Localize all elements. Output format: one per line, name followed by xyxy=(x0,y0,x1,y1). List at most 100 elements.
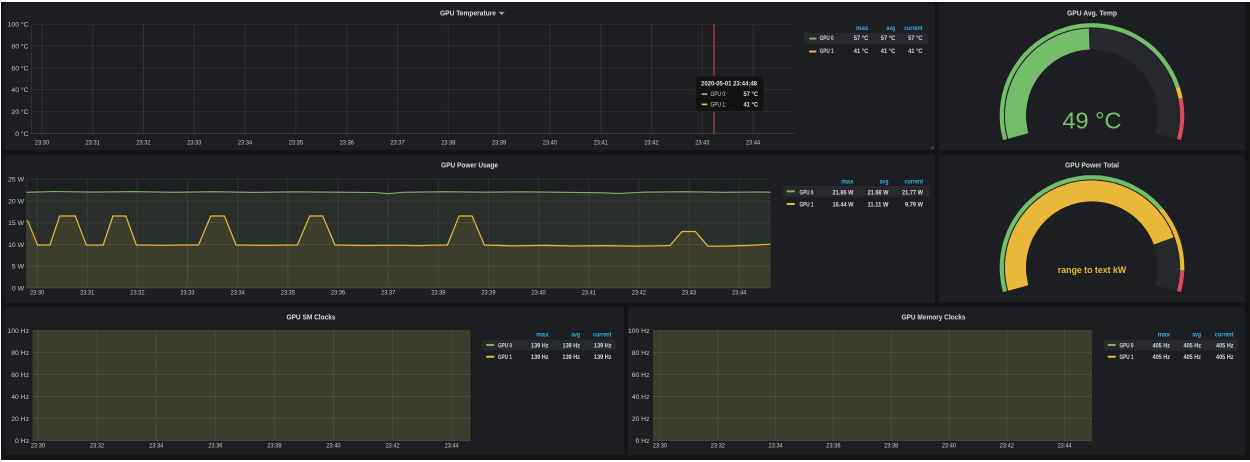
svg-text:23:37: 23:37 xyxy=(390,140,404,147)
svg-text:23:35: 23:35 xyxy=(280,289,294,296)
svg-text:GPU SM Clocks: GPU SM Clocks xyxy=(286,312,335,321)
svg-text:41 °C: 41 °C xyxy=(880,47,895,55)
svg-text:57 °C: 57 °C xyxy=(853,34,868,42)
svg-text:0 °C: 0 °C xyxy=(15,130,28,138)
svg-text:23:34: 23:34 xyxy=(238,140,252,147)
svg-text:GPU 0: GPU 0 xyxy=(799,189,813,196)
svg-text:23:38: 23:38 xyxy=(431,289,445,296)
svg-text:40 Hz: 40 Hz xyxy=(632,393,650,400)
svg-text:60 Hz: 60 Hz xyxy=(11,371,29,378)
svg-text:21.86 W: 21.86 W xyxy=(832,189,853,196)
svg-text:23:42: 23:42 xyxy=(644,140,658,147)
svg-text:139 Hz: 139 Hz xyxy=(531,342,549,349)
svg-text:23:38: 23:38 xyxy=(884,442,898,449)
svg-text:23:40: 23:40 xyxy=(531,289,545,296)
svg-text:139 Hz: 139 Hz xyxy=(562,342,580,349)
svg-text:100 Hz: 100 Hz xyxy=(628,327,650,334)
svg-text:23:42: 23:42 xyxy=(385,442,399,449)
svg-text:23:44: 23:44 xyxy=(444,442,458,449)
svg-text:40 °C: 40 °C xyxy=(11,86,28,94)
svg-text:80 °C: 80 °C xyxy=(11,43,28,51)
svg-text:avg: avg xyxy=(886,25,895,32)
svg-text:5 W: 5 W xyxy=(11,263,24,270)
svg-text:23:36: 23:36 xyxy=(208,442,222,449)
svg-text:23:36: 23:36 xyxy=(339,140,353,147)
svg-text:GPU Power Usage: GPU Power Usage xyxy=(441,160,498,169)
svg-text:23:39: 23:39 xyxy=(481,289,495,296)
svg-text:40 Hz: 40 Hz xyxy=(11,393,29,400)
svg-text:GPU Temperature: GPU Temperature xyxy=(440,9,496,18)
svg-text:49 °C: 49 °C xyxy=(1062,108,1121,134)
svg-text:23:32: 23:32 xyxy=(136,140,150,147)
svg-text:0 Hz: 0 Hz xyxy=(15,437,30,444)
svg-text:80 Hz: 80 Hz xyxy=(632,349,650,356)
svg-text:41 °C: 41 °C xyxy=(743,101,758,108)
svg-text:avg: avg xyxy=(879,178,888,185)
svg-text:max: max xyxy=(856,25,868,32)
svg-text:max: max xyxy=(1158,331,1170,338)
svg-text:GPU 0: GPU 0 xyxy=(1120,342,1134,349)
svg-text:60 Hz: 60 Hz xyxy=(632,371,650,378)
svg-text:23:34: 23:34 xyxy=(230,289,244,296)
svg-text:57 °C: 57 °C xyxy=(908,34,923,42)
svg-text:current: current xyxy=(593,331,612,338)
svg-text:23:43: 23:43 xyxy=(695,140,709,147)
svg-text:23:42: 23:42 xyxy=(631,289,645,296)
svg-text:23:41: 23:41 xyxy=(593,140,607,147)
svg-text:avg: avg xyxy=(1192,331,1201,338)
svg-text:GPU 0:: GPU 0: xyxy=(710,91,726,98)
svg-text:23:33: 23:33 xyxy=(180,289,194,296)
svg-text:23:31: 23:31 xyxy=(80,289,94,296)
svg-text:405 Hz: 405 Hz xyxy=(1184,354,1202,361)
svg-text:23:34: 23:34 xyxy=(149,442,163,449)
svg-text:405 Hz: 405 Hz xyxy=(1153,354,1171,361)
svg-text:20 Hz: 20 Hz xyxy=(11,415,29,422)
svg-text:405 Hz: 405 Hz xyxy=(1153,342,1171,349)
svg-text:GPU Memory Clocks: GPU Memory Clocks xyxy=(902,312,966,321)
svg-text:23:39: 23:39 xyxy=(492,140,506,147)
svg-text:current: current xyxy=(1215,331,1234,338)
svg-text:139 Hz: 139 Hz xyxy=(531,354,549,361)
svg-text:10 W: 10 W xyxy=(8,241,24,248)
svg-text:20 Hz: 20 Hz xyxy=(632,415,650,422)
svg-text:GPU Avg. Temp: GPU Avg. Temp xyxy=(1067,9,1117,18)
svg-text:100 Hz: 100 Hz xyxy=(7,327,29,334)
svg-text:GPU 1: GPU 1 xyxy=(819,48,833,55)
svg-text:23:38: 23:38 xyxy=(441,140,455,147)
svg-text:139 Hz: 139 Hz xyxy=(594,354,612,361)
svg-text:current: current xyxy=(904,178,923,185)
svg-text:23:31: 23:31 xyxy=(85,140,99,147)
svg-text:23:30: 23:30 xyxy=(30,442,44,449)
svg-text:GPU 0: GPU 0 xyxy=(819,35,833,42)
svg-text:23:43: 23:43 xyxy=(681,289,695,296)
svg-text:23:38: 23:38 xyxy=(267,442,281,449)
svg-text:20 °C: 20 °C xyxy=(11,108,28,116)
svg-text:23:36: 23:36 xyxy=(330,289,344,296)
svg-text:GPU 1: GPU 1 xyxy=(799,201,813,208)
svg-text:23:35: 23:35 xyxy=(288,140,302,147)
svg-text:GPU 1: GPU 1 xyxy=(1120,354,1134,361)
svg-text:21.68 W: 21.68 W xyxy=(867,189,888,196)
svg-text:23:30: 23:30 xyxy=(653,442,667,449)
svg-text:41 °C: 41 °C xyxy=(908,47,923,55)
svg-text:23:34: 23:34 xyxy=(769,442,783,449)
svg-text:405 Hz: 405 Hz xyxy=(1184,342,1202,349)
svg-text:23:30: 23:30 xyxy=(34,140,48,147)
svg-text:GPU 0: GPU 0 xyxy=(498,342,512,349)
svg-text:23:30: 23:30 xyxy=(30,289,44,296)
svg-text:11.11 W: 11.11 W xyxy=(867,201,888,208)
svg-text:139 Hz: 139 Hz xyxy=(562,354,580,361)
svg-text:23:44: 23:44 xyxy=(1058,442,1072,449)
svg-text:max: max xyxy=(841,178,853,185)
svg-text:139 Hz: 139 Hz xyxy=(594,342,612,349)
svg-text:GPU 1: GPU 1 xyxy=(498,354,512,361)
svg-text:23:41: 23:41 xyxy=(581,289,595,296)
svg-text:9.79 W: 9.79 W xyxy=(905,201,923,208)
svg-text:23:44: 23:44 xyxy=(732,289,746,296)
svg-text:57 °C: 57 °C xyxy=(743,91,758,98)
svg-text:23:44: 23:44 xyxy=(746,140,760,147)
svg-text:current: current xyxy=(904,25,923,32)
svg-text:range to text kW: range to text kW xyxy=(1058,265,1127,275)
svg-text:GPU Power Total: GPU Power Total xyxy=(1065,160,1119,169)
svg-text:20 W: 20 W xyxy=(8,198,24,205)
